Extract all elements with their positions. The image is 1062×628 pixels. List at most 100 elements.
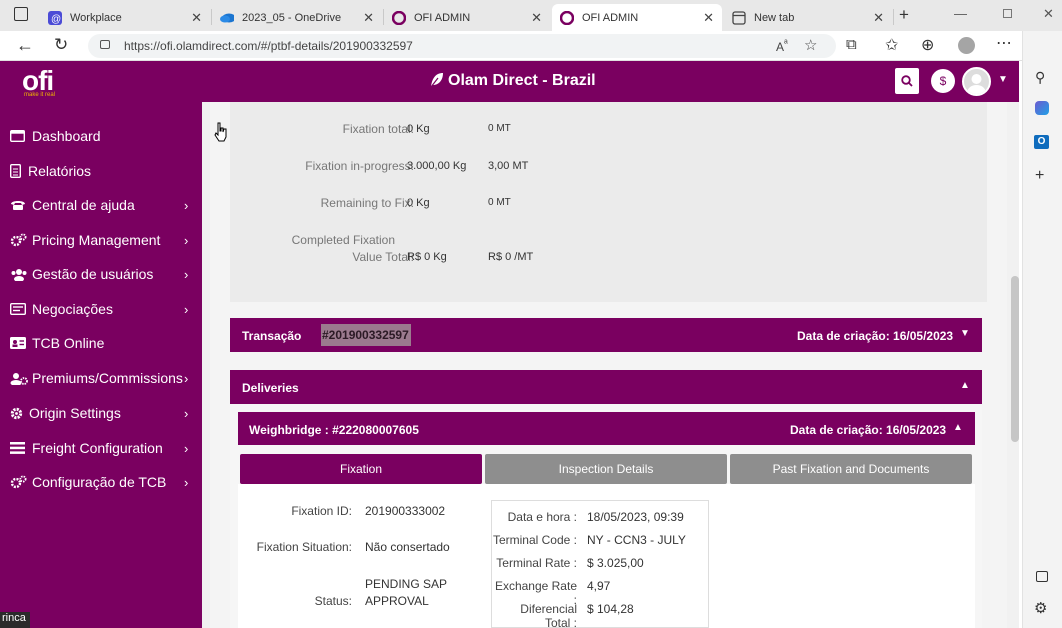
- sidebar-item-label: Negociações: [32, 301, 113, 317]
- collections-icon[interactable]: ⊕: [921, 35, 934, 55]
- hand-cursor-icon: [214, 122, 227, 142]
- sidebar-item-relatorios[interactable]: Relatórios: [0, 154, 202, 188]
- chevron-right-icon: ›: [184, 301, 189, 317]
- sidebar-item-premiums-commissions[interactable]: Premiums/Commissions ›: [0, 361, 202, 395]
- sidebar-item-freight-configuration[interactable]: Freight Configuration ›: [0, 431, 202, 465]
- outlook-icon[interactable]: O: [1034, 135, 1049, 149]
- close-icon[interactable]: ✕: [363, 10, 374, 26]
- cogs-icon: [10, 233, 32, 247]
- read-aloud-icon[interactable]: Aᵃ: [776, 38, 788, 54]
- more-options-icon[interactable]: ⋯: [996, 33, 1012, 53]
- status-value: PENDING SAP: [365, 577, 448, 591]
- sidebar-item-configuracao-de-tcb[interactable]: Configuração de TCB ›: [0, 465, 202, 499]
- settings-icon[interactable]: ⚙: [1034, 599, 1047, 617]
- summary-mt: 0 MT: [488, 123, 511, 134]
- reload-icon[interactable]: ↻: [54, 35, 68, 55]
- sidebar: Dashboard Relatórios Central de ajuda › …: [0, 102, 202, 628]
- weighbridge-bar[interactable]: Weighbridge : #222080007605 Data de cria…: [238, 412, 975, 445]
- profile-icon[interactable]: [958, 37, 975, 54]
- page-scrollbar-thumb[interactable]: [1011, 276, 1019, 442]
- sidebar-item-gestao-de-usuarios[interactable]: Gestão de usuários ›: [0, 257, 202, 291]
- info-value: $ 104,28: [587, 602, 634, 616]
- fixation-situation-value: Não consertado: [365, 540, 450, 554]
- url-text[interactable]: https://ofi.olamdirect.com/#/ptbf-detail…: [124, 39, 413, 53]
- chevron-up-icon[interactable]: ▲: [953, 422, 963, 433]
- extensions-icon[interactable]: ⧉: [846, 36, 857, 53]
- tab-divider: [893, 9, 894, 25]
- sidebar-item-label: TCB Online: [32, 335, 105, 351]
- dashboard-icon: [10, 130, 32, 142]
- sidebar-item-tcb-online[interactable]: TCB Online: [0, 326, 202, 360]
- tab-ofi-admin-active[interactable]: OFI ADMIN ✕: [552, 4, 722, 31]
- sidebar-item-label: Origin Settings: [29, 405, 121, 421]
- tab-inspection-details[interactable]: Inspection Details: [485, 454, 727, 484]
- sidebar-scrollbar[interactable]: [202, 102, 210, 628]
- close-icon[interactable]: ✕: [531, 10, 542, 26]
- chevron-right-icon: ›: [184, 370, 189, 386]
- tab-past-fixation-documents[interactable]: Past Fixation and Documents: [730, 454, 972, 484]
- sidebar-item-label: Pricing Management: [32, 232, 161, 248]
- tab-actions-icon[interactable]: [14, 7, 28, 21]
- summary-mt: 3,00 MT: [488, 160, 529, 172]
- close-icon[interactable]: ✕: [703, 10, 714, 26]
- chevron-up-icon[interactable]: ▲: [960, 380, 970, 391]
- transaction-created: Data de criação: 16/05/2023: [797, 329, 954, 343]
- minimize-icon[interactable]: —: [954, 6, 967, 21]
- chevron-down-icon[interactable]: ▼: [998, 74, 1008, 85]
- tab-new-tab[interactable]: New tab ✕: [724, 4, 892, 31]
- ofi-icon: [392, 10, 406, 25]
- address-bar[interactable]: https://ofi.olamdirect.com/#/ptbf-detail…: [88, 34, 836, 58]
- add-favorite-icon[interactable]: ☆: [804, 36, 817, 54]
- tab-ofi-admin[interactable]: OFI ADMIN ✕: [384, 4, 550, 31]
- new-tab-plus-icon[interactable]: +: [899, 5, 909, 25]
- favorites-icon[interactable]: ✩: [885, 35, 898, 55]
- deliveries-bar[interactable]: Deliveries ▲: [230, 370, 982, 404]
- avatar[interactable]: [962, 67, 991, 96]
- sidebar-item-dashboard[interactable]: Dashboard: [0, 119, 202, 153]
- sidebar-item-negociacoes[interactable]: Negociações ›: [0, 292, 202, 326]
- tab-onedrive[interactable]: 2023_05 - OneDrive ✕: [212, 4, 382, 31]
- search-icon: [901, 75, 913, 87]
- chevron-down-icon[interactable]: ▼: [960, 328, 970, 339]
- header-search-button[interactable]: [895, 68, 919, 94]
- close-icon[interactable]: ✕: [873, 10, 884, 26]
- shopping-icon[interactable]: [1035, 101, 1049, 115]
- tab-fixation[interactable]: Fixation: [240, 454, 482, 484]
- deliveries-label: Deliveries: [242, 381, 299, 395]
- workplace-icon: @: [48, 10, 62, 25]
- sidebar-item-origin-settings[interactable]: Origin Settings ›: [0, 396, 202, 430]
- sidebar-item-central-de-ajuda[interactable]: Central de ajuda ›: [0, 188, 202, 222]
- transaction-bar[interactable]: Transação #201900332597 Data de criação:…: [230, 318, 982, 352]
- app-header: ofi make it real Olam Direct - Brazil $ …: [0, 61, 1019, 102]
- fixation-info-box: Data e hora : 18/05/2023, 09:39 Terminal…: [491, 500, 709, 628]
- summary-kg: 0 Kg: [407, 197, 430, 209]
- fixation-id-value: 201900333002: [365, 504, 446, 518]
- info-label: Data e hora :: [507, 510, 577, 524]
- tab-workplace[interactable]: @ Workplace ✕: [40, 4, 210, 31]
- fixation-summary-panel: Fixation total: 0 Kg 0 MT Fixation in-pr…: [230, 102, 987, 302]
- chevron-right-icon: ›: [184, 474, 189, 490]
- tab-label: 2023_05 - OneDrive: [242, 11, 342, 24]
- back-arrow-icon[interactable]: ←: [16, 35, 34, 56]
- edge-sidebar: ⚲ O + ⚙: [1022, 31, 1062, 628]
- cogs-icon: [10, 475, 32, 489]
- sidebar-item-label: Premiums/Commissions: [32, 370, 183, 386]
- restore-icon[interactable]: [1003, 9, 1012, 18]
- search-icon[interactable]: ⚲: [1035, 69, 1045, 86]
- close-window-icon[interactable]: ✕: [1043, 6, 1054, 22]
- lock-icon[interactable]: [100, 40, 110, 49]
- user-avatar-icon: [967, 74, 986, 94]
- sidebar-item-pricing-management[interactable]: Pricing Management ›: [0, 223, 202, 257]
- add-icon[interactable]: +: [1035, 167, 1044, 185]
- currency-button[interactable]: $: [931, 69, 955, 93]
- sidebar-toggle-icon[interactable]: [1036, 571, 1048, 582]
- summary-mt: 0 MT: [488, 197, 511, 208]
- summary-label: Value Total:: [352, 250, 414, 264]
- browser-toolbar: ← ↻ https://ofi.olamdirect.com/#/ptbf-de…: [0, 31, 1062, 61]
- chevron-right-icon: ›: [184, 405, 189, 421]
- browser-tab-bar: @ Workplace ✕ 2023_05 - OneDrive ✕ OFI A…: [0, 0, 1062, 31]
- logo-tagline: make it real: [24, 92, 56, 98]
- close-icon[interactable]: ✕: [191, 10, 202, 26]
- tab-label: Inspection Details: [558, 462, 654, 476]
- sidebar-item-label: Relatórios: [28, 163, 92, 179]
